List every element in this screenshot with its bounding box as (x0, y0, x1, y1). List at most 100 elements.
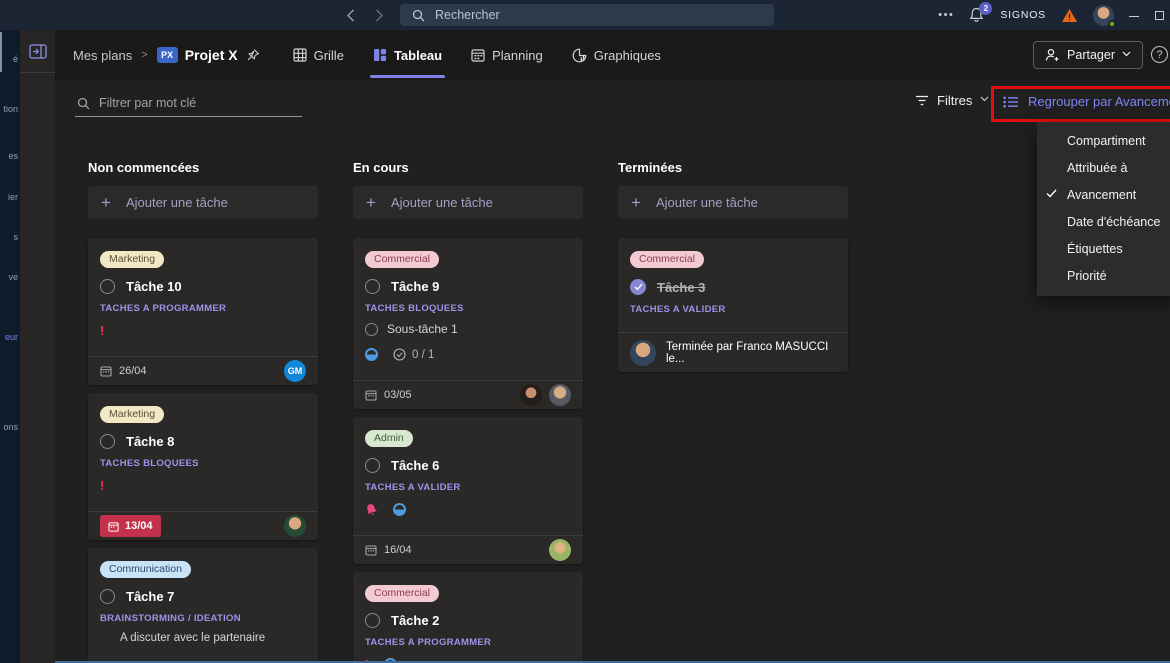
task-checkbox-done[interactable] (630, 279, 646, 295)
rail-item-calendrier[interactable]: ier (8, 192, 18, 202)
task-card-tache-2[interactable]: Commercial Tâche 2 TACHES A PROGRAMMER ! (353, 572, 583, 663)
task-checkbox[interactable] (100, 589, 115, 604)
tab-grille[interactable]: Grille (292, 44, 345, 67)
task-title: Tâche 2 (391, 613, 439, 628)
overdue-date-chip: 13/04 (100, 515, 161, 537)
menu-item-date-echeance[interactable]: Date d'échéance (1037, 209, 1170, 236)
notifications-bell-icon[interactable]: 2 (969, 7, 985, 23)
rail-item-onedrive[interactable]: ve (8, 272, 18, 282)
add-task-button[interactable]: + Ajouter une tâche (88, 186, 318, 219)
tab-planning[interactable]: Planning (470, 44, 544, 67)
expand-panel-icon[interactable] (28, 43, 47, 59)
task-checkbox[interactable] (100, 279, 115, 294)
more-options-icon[interactable]: ••• (938, 9, 954, 21)
task-title: Tâche 8 (126, 434, 174, 449)
add-task-label: Ajouter une tâche (391, 195, 493, 210)
task-checkbox[interactable] (100, 434, 115, 449)
menu-item-avancement[interactable]: Avancement (1037, 182, 1170, 209)
group-by-button[interactable]: Regrouper par Avancement (1003, 94, 1170, 109)
menu-item-priorite[interactable]: Priorité (1037, 263, 1170, 290)
breadcrumb[interactable]: Mes plans (73, 48, 132, 63)
filters-button[interactable]: Filtres (915, 93, 989, 108)
rail-scrollbar[interactable] (0, 32, 2, 72)
menu-item-compartiment[interactable]: Compartiment (1037, 128, 1170, 155)
calendar-icon (365, 544, 377, 556)
tab-tableau[interactable]: Tableau (372, 44, 443, 67)
filters-label: Filtres (937, 93, 972, 108)
back-arrow-icon[interactable] (341, 6, 359, 24)
global-search-input[interactable]: Rechercher (400, 4, 774, 26)
breadcrumb-separator: > (141, 49, 147, 61)
share-button[interactable]: Partager (1033, 41, 1143, 69)
urgent-priority-icon: ! (100, 324, 104, 337)
avatar (549, 539, 571, 561)
label-pill: Communication (100, 561, 191, 578)
tab-label: Tableau (394, 48, 442, 63)
task-checkbox[interactable] (365, 613, 380, 628)
tab-label: Graphiques (594, 48, 661, 63)
add-task-button[interactable]: + Ajouter une tâche (353, 186, 583, 219)
due-date: 13/04 (125, 520, 153, 532)
task-title: Tâche 10 (126, 279, 182, 294)
menu-item-attribuee-a[interactable]: Attribuée à (1037, 155, 1170, 182)
tab-graphiques[interactable]: Graphiques (571, 44, 662, 67)
subtask-row[interactable]: Sous-tâche 1 (365, 322, 571, 336)
label-pill: Marketing (100, 251, 164, 268)
label-pill: Marketing (100, 406, 164, 423)
rail-item-equipes[interactable]: es (8, 151, 18, 161)
group-list-icon (1003, 96, 1019, 108)
account-name[interactable]: SIGNOS (1000, 9, 1046, 21)
due-date: 16/04 (384, 544, 412, 556)
person-add-icon (1045, 48, 1060, 62)
task-card-tache-6[interactable]: Admin Tâche 6 TACHES A VALIDER (353, 417, 583, 564)
avatar (549, 384, 571, 406)
bucket-name: TACHES A PROGRAMMER (100, 303, 306, 314)
filter-placeholder: Filtrer par mot clé (99, 96, 196, 110)
minimize-button[interactable] (1129, 10, 1140, 21)
due-date: 26/04 (119, 365, 147, 377)
reminder-bell-icon (363, 501, 380, 518)
pin-icon[interactable] (246, 48, 260, 62)
subtask-checkbox[interactable] (365, 323, 378, 336)
task-checkbox[interactable] (365, 458, 380, 473)
rail-item-applications[interactable]: ons (3, 422, 18, 432)
task-card-tache-7[interactable]: Communication Tâche 7 BRAINSTORMING / ID… (88, 548, 318, 663)
task-title: Tâche 9 (391, 279, 439, 294)
grid-icon (293, 48, 307, 62)
maximize-button[interactable] (1155, 11, 1164, 20)
rail-item-conversation[interactable]: tion (3, 104, 18, 114)
bucket-name: TACHES A PROGRAMMER (365, 637, 571, 648)
task-title: Tâche 6 (391, 458, 439, 473)
rail-item-planificateur[interactable]: eur (5, 332, 18, 342)
task-note: A discuter avec le partenaire (120, 632, 306, 644)
in-progress-icon (365, 348, 378, 361)
label-pill: Admin (365, 430, 413, 447)
add-task-button[interactable]: + Ajouter une tâche (618, 186, 848, 219)
menu-item-etiquettes[interactable]: Étiquettes (1037, 236, 1170, 263)
rail-item-activite[interactable]: é (13, 54, 18, 64)
rail-item-appels[interactable]: s (14, 232, 19, 242)
add-task-label: Ajouter une tâche (656, 195, 758, 210)
check-icon (1046, 189, 1057, 198)
avatar (284, 515, 306, 537)
task-card-tache-8[interactable]: Marketing Tâche 8 TACHES BLOQUEES ! (88, 393, 318, 540)
group-by-label: Regrouper par Avancement (1028, 94, 1170, 109)
task-card-tache-9[interactable]: Commercial Tâche 9 TACHES BLOQUEES Sous-… (353, 238, 583, 409)
label-pill: Commercial (365, 251, 439, 268)
keyword-filter-input[interactable]: Filtrer par mot clé (75, 90, 302, 117)
bucket-name: BRAINSTORMING / IDEATION (100, 613, 306, 624)
search-icon (77, 97, 90, 110)
urgent-priority-icon: ! (100, 479, 104, 492)
titlebar: Rechercher ••• 2 SIGNOS (0, 0, 1170, 30)
completion-note: Terminée par Franco MASUCCI le... (666, 341, 836, 365)
warning-icon[interactable] (1061, 8, 1078, 23)
view-tabs: Grille Tableau Planning (292, 44, 662, 67)
bucket-name: TACHES A VALIDER (630, 304, 836, 315)
task-checkbox[interactable] (365, 279, 380, 294)
help-button[interactable]: ? (1151, 46, 1168, 63)
user-avatar[interactable] (1093, 5, 1114, 26)
forward-arrow-icon[interactable] (370, 6, 388, 24)
task-card-tache-3[interactable]: Commercial Tâche 3 TACHES A VALIDER Term… (618, 238, 848, 372)
board-icon (373, 48, 387, 62)
task-card-tache-10[interactable]: Marketing Tâche 10 TACHES A PROGRAMMER ! (88, 238, 318, 385)
